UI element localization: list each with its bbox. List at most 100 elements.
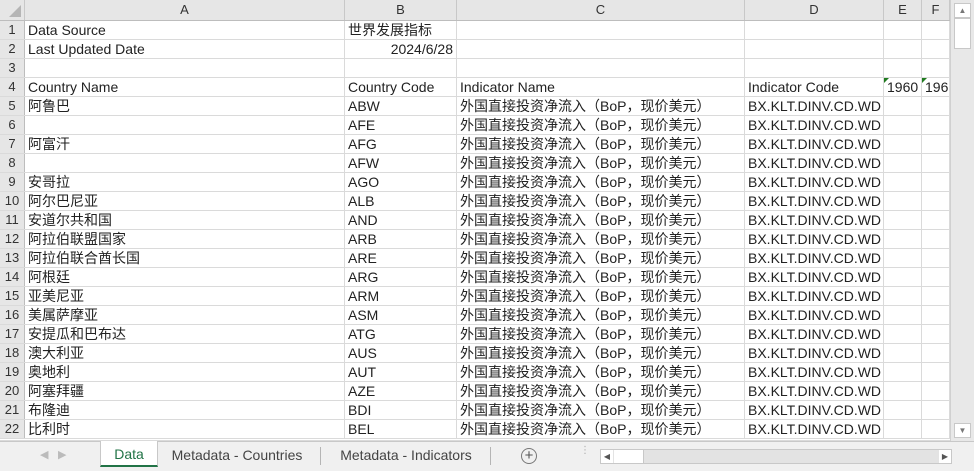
cell[interactable] <box>884 420 922 438</box>
cell[interactable] <box>922 21 950 39</box>
row-header[interactable]: 8 <box>0 154 25 172</box>
country-name-cell[interactable]: 比利时 <box>25 420 345 438</box>
row-header[interactable]: 21 <box>0 401 25 419</box>
cell[interactable] <box>922 306 950 324</box>
cell[interactable] <box>922 154 950 172</box>
column-header-f[interactable]: F <box>922 0 950 20</box>
row-header[interactable]: 12 <box>0 230 25 248</box>
indicator-name-cell[interactable]: 外国直接投资净流入（BoP，现价美元） <box>457 325 745 343</box>
cell[interactable] <box>25 59 345 77</box>
column-header-e[interactable]: E <box>884 0 922 20</box>
indicator-code-cell[interactable]: BX.KLT.DINV.CD.WD <box>745 249 884 267</box>
cell[interactable] <box>922 116 950 134</box>
cell[interactable] <box>922 40 950 58</box>
cell[interactable] <box>922 59 950 77</box>
country-name-cell[interactable]: 阿拉伯联盟国家 <box>25 230 345 248</box>
column-header-d[interactable]: D <box>745 0 884 20</box>
country-name-cell[interactable]: 安哥拉 <box>25 173 345 191</box>
cell[interactable] <box>884 306 922 324</box>
row-header[interactable]: 17 <box>0 325 25 343</box>
cell[interactable] <box>922 287 950 305</box>
country-name-cell[interactable]: 阿鲁巴 <box>25 97 345 115</box>
cell[interactable] <box>884 154 922 172</box>
cell[interactable] <box>745 21 884 39</box>
cell[interactable] <box>884 135 922 153</box>
indicator-code-cell[interactable]: BX.KLT.DINV.CD.WD <box>745 287 884 305</box>
column-header-b[interactable]: B <box>345 0 457 20</box>
indicator-name-cell[interactable]: 外国直接投资净流入（BoP，现价美元） <box>457 97 745 115</box>
cell[interactable]: Country Name <box>25 78 345 96</box>
cell[interactable] <box>922 344 950 362</box>
scroll-left-icon[interactable]: ◀ <box>601 450 613 463</box>
country-code-cell[interactable]: ARM <box>345 287 457 305</box>
country-code-cell[interactable]: AZE <box>345 382 457 400</box>
cell[interactable] <box>884 382 922 400</box>
indicator-name-cell[interactable]: 外国直接投资净流入（BoP，现价美元） <box>457 192 745 210</box>
indicator-name-cell[interactable]: 外国直接投资净流入（BoP，现价美元） <box>457 268 745 286</box>
country-code-cell[interactable]: ARB <box>345 230 457 248</box>
country-name-cell[interactable]: 安道尔共和国 <box>25 211 345 229</box>
cell[interactable] <box>922 401 950 419</box>
next-sheet-icon[interactable]: ▶ <box>58 448 66 461</box>
cell[interactable] <box>884 40 922 58</box>
country-name-cell[interactable]: 亚美尼亚 <box>25 287 345 305</box>
row-header[interactable]: 3 <box>0 59 25 77</box>
row-header[interactable]: 16 <box>0 306 25 324</box>
country-code-cell[interactable]: AFG <box>345 135 457 153</box>
indicator-name-cell[interactable]: 外国直接投资净流入（BoP，现价美元） <box>457 344 745 362</box>
select-all-button[interactable] <box>0 0 25 20</box>
cell[interactable] <box>884 268 922 286</box>
indicator-code-cell[interactable]: BX.KLT.DINV.CD.WD <box>745 135 884 153</box>
cell[interactable] <box>922 97 950 115</box>
country-code-cell[interactable]: ALB <box>345 192 457 210</box>
row-header[interactable]: 13 <box>0 249 25 267</box>
indicator-code-cell[interactable]: BX.KLT.DINV.CD.WD <box>745 325 884 343</box>
country-code-cell[interactable]: AUS <box>345 344 457 362</box>
scroll-thumb[interactable] <box>954 18 971 49</box>
country-name-cell[interactable]: 阿根廷 <box>25 268 345 286</box>
scroll-right-icon[interactable]: ▶ <box>939 450 951 463</box>
indicator-name-cell[interactable]: 外国直接投资净流入（BoP，现价美元） <box>457 401 745 419</box>
cell[interactable] <box>922 249 950 267</box>
horizontal-scrollbar[interactable]: ◀ ▶ <box>600 449 952 464</box>
country-code-cell[interactable]: BEL <box>345 420 457 438</box>
cell[interactable]: 2024/6/28 <box>345 40 457 58</box>
cell[interactable] <box>922 420 950 438</box>
cell[interactable] <box>884 21 922 39</box>
row-header[interactable]: 15 <box>0 287 25 305</box>
row-header[interactable]: 2 <box>0 40 25 58</box>
row-header[interactable]: 1 <box>0 21 25 39</box>
country-code-cell[interactable]: ARE <box>345 249 457 267</box>
country-code-cell[interactable]: ARG <box>345 268 457 286</box>
country-code-cell[interactable]: AGO <box>345 173 457 191</box>
cell[interactable] <box>457 21 745 39</box>
cell[interactable] <box>922 382 950 400</box>
cell[interactable] <box>345 59 457 77</box>
indicator-code-cell[interactable]: BX.KLT.DINV.CD.WD <box>745 363 884 381</box>
cell[interactable] <box>745 59 884 77</box>
scroll-down-icon[interactable]: ▼ <box>954 423 971 438</box>
indicator-code-cell[interactable]: BX.KLT.DINV.CD.WD <box>745 173 884 191</box>
cell[interactable] <box>884 325 922 343</box>
indicator-name-cell[interactable]: 外国直接投资净流入（BoP，现价美元） <box>457 135 745 153</box>
country-name-cell[interactable] <box>25 154 345 172</box>
indicator-code-cell[interactable]: BX.KLT.DINV.CD.WD <box>745 116 884 134</box>
cell[interactable]: Indicator Name <box>457 78 745 96</box>
indicator-code-cell[interactable]: BX.KLT.DINV.CD.WD <box>745 154 884 172</box>
indicator-name-cell[interactable]: 外国直接投资净流入（BoP，现价美元） <box>457 211 745 229</box>
country-code-cell[interactable]: AFW <box>345 154 457 172</box>
country-code-cell[interactable]: BDI <box>345 401 457 419</box>
country-code-cell[interactable]: ATG <box>345 325 457 343</box>
indicator-code-cell[interactable]: BX.KLT.DINV.CD.WD <box>745 268 884 286</box>
row-header[interactable]: 7 <box>0 135 25 153</box>
row-header[interactable]: 5 <box>0 97 25 115</box>
prev-sheet-icon[interactable]: ◀ <box>40 448 48 461</box>
cell[interactable] <box>884 116 922 134</box>
cell[interactable] <box>884 97 922 115</box>
country-code-cell[interactable]: AND <box>345 211 457 229</box>
cell[interactable] <box>922 230 950 248</box>
row-header[interactable]: 6 <box>0 116 25 134</box>
indicator-name-cell[interactable]: 外国直接投资净流入（BoP，现价美元） <box>457 306 745 324</box>
country-name-cell[interactable]: 阿塞拜疆 <box>25 382 345 400</box>
cell[interactable] <box>884 211 922 229</box>
